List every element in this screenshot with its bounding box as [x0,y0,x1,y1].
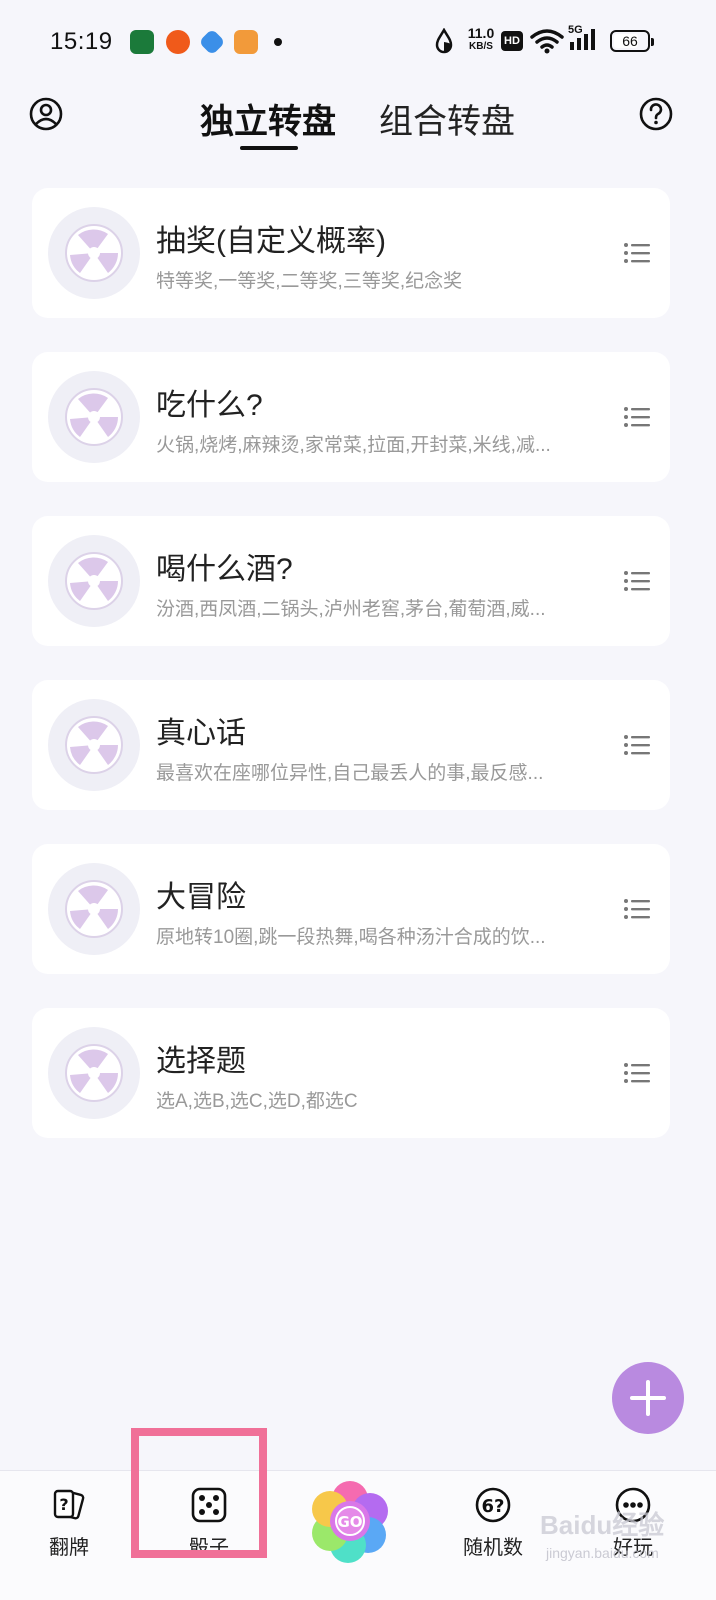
nav-item-flip-card[interactable]: ? 翻牌 [24,1485,114,1560]
help-icon[interactable] [636,94,676,134]
net-speed-value: 11.0 [467,25,495,41]
wheel-thumbnail [48,699,140,791]
wheel-options: 选A,选B,选C,选D,都选C [156,1091,358,1112]
wheel-card[interactable]: 真心话最喜欢在座哪位异性,自己最丢人的事,最反感... [32,680,670,810]
tab-combined-wheel[interactable]: 组合转盘 [379,94,515,143]
cellular-signal-icon: 5G [568,24,602,52]
wheel-icon [65,388,123,446]
random-number-icon: 6? [475,1487,511,1523]
wheel-card[interactable]: 选择题选A,选B,选C,选D,都选C [32,1008,670,1138]
game-app-icon [234,30,258,54]
wheel-thumbnail [48,1027,140,1119]
list-menu-icon[interactable] [622,238,652,268]
wheel-options: 原地转10圈,跳一段热舞,喝各种汤汁合成的饮... [156,927,546,948]
list-menu-icon[interactable] [622,1058,652,1088]
watermark-sub: jingyan.baidu.com [546,1545,659,1561]
active-tab-indicator [240,146,298,150]
add-wheel-button[interactable] [612,1362,684,1434]
app-screen: 15:19 11.0 KB/S HD 5G 66 独立转盘 组合转盘 抽奖(自定… [0,0,716,1600]
wheel-thumbnail [48,863,140,955]
oppo-app-icon [130,30,154,54]
status-time: 15:19 [50,28,113,55]
wheel-thumbnail [48,371,140,463]
wheel-title: 喝什么酒? [156,553,293,586]
wheel-icon [65,716,123,774]
wheel-card[interactable]: 抽奖(自定义概率) 特等奖,一等奖,二等奖,三等奖,纪念奖 [32,188,670,318]
weibo-app-icon [166,30,190,54]
wheel-title: 大冒险 [156,881,246,914]
wheel-thumbnail [48,535,140,627]
wheel-icon [65,880,123,938]
wheel-options: 汾酒,西凤酒,二锅头,泸州老窖,茅台,葡萄酒,威... [156,599,546,620]
data-saver-icon [435,28,453,54]
list-menu-icon[interactable] [622,894,652,924]
nav-label-flip-card: 翻牌 [49,1537,89,1559]
plus-icon [630,1380,666,1416]
net-speed: 11.0 KB/S [464,26,498,52]
watermark-text: Baidu经验 [540,1510,665,1540]
wheel-title: 选择题 [156,1045,246,1078]
net-speed-unit: KB/S [469,41,493,52]
wheel-options: 特等奖,一等奖,二等奖,三等奖,纪念奖 [156,271,463,292]
wifi-icon [530,29,564,54]
go-label: GO [337,1513,362,1531]
wheel-card[interactable]: 喝什么酒? 汾酒,西凤酒,二锅头,泸州老窖,茅台,葡萄酒,威... [32,516,670,646]
list-menu-icon[interactable] [622,730,652,760]
svg-text:?: ? [59,1495,68,1514]
wheel-card[interactable]: 吃什么? 火锅,烧烤,麻辣烫,家常菜,拉面,开封菜,米线,减... [32,352,670,482]
nav-item-go[interactable]: GO [308,1479,392,1563]
wheel-icon [65,1044,123,1102]
status-bar: 15:19 11.0 KB/S HD 5G 66 [0,0,716,80]
highlight-annotation [131,1428,267,1558]
battery-level: 66 [622,33,638,49]
list-menu-icon[interactable] [622,566,652,596]
wheel-title: 抽奖(自定义概率) [156,225,386,258]
notification-dot-icon [274,38,282,46]
wheel-list: 抽奖(自定义概率) 特等奖,一等奖,二等奖,三等奖,纪念奖吃什么? 火锅,烧烤,麻辣… [32,188,672,1172]
wheel-options: 最喜欢在座哪位异性,自己最丢人的事,最反感... [156,763,544,784]
tab-independent-wheel[interactable]: 独立转盘 [200,94,336,143]
wheel-icon [65,224,123,282]
nav-label-random-number: 随机数 [463,1537,523,1559]
list-menu-icon[interactable] [622,402,652,432]
wheel-icon [65,552,123,610]
wheel-title: 吃什么? [156,389,263,422]
wheel-title: 真心话 [156,717,246,750]
hd-badge: HD [501,31,523,51]
top-header: 独立转盘 组合转盘 [0,80,716,160]
user-icon[interactable] [26,94,66,134]
random-number-icon-text: 6? [482,1496,505,1517]
card-flip-icon: ? [53,1489,85,1520]
browser-app-icon [198,28,226,56]
wheel-thumbnail [48,207,140,299]
battery-icon: 66 [610,30,654,52]
wheel-options: 火锅,烧烤,麻辣烫,家常菜,拉面,开封菜,米线,减... [156,435,551,456]
wheel-card[interactable]: 大冒险原地转10圈,跳一段热舞,喝各种汤汁合成的饮... [32,844,670,974]
flower-go-icon: GO [312,1481,388,1563]
nav-item-random-number[interactable]: 6? 随机数 [448,1485,538,1560]
